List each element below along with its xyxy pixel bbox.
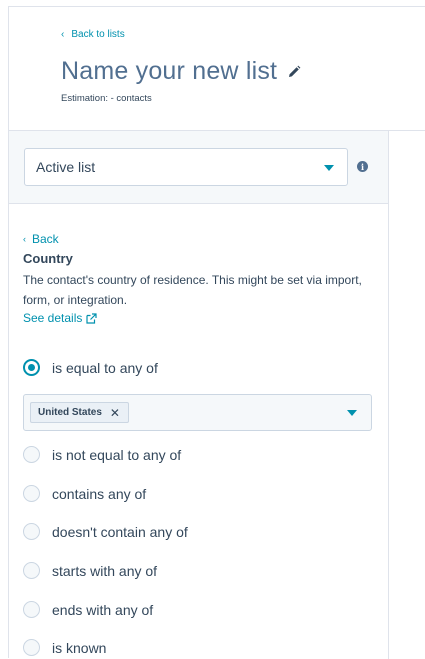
radio-button[interactable] — [23, 359, 40, 376]
selected-value-tag: United States ✕ — [30, 402, 129, 423]
tag-label: United States — [38, 407, 102, 418]
back-to-lists-label: Back to lists — [71, 29, 125, 40]
page-header: ‹ Back to lists Name your new list Estim… — [9, 7, 425, 131]
option-label: starts with any of — [52, 562, 158, 579]
list-type-selected: Active list — [36, 159, 96, 175]
pencil-icon[interactable] — [287, 65, 301, 79]
option-label: is equal to any of — [52, 359, 158, 376]
radio-button[interactable] — [23, 562, 40, 579]
option-label: contains any of — [52, 485, 147, 502]
list-builder-window: ‹ Back to lists Name your new list Estim… — [8, 6, 425, 659]
see-details-label: See details — [23, 311, 83, 325]
property-description: The contact's country of residence. This… — [23, 273, 362, 307]
external-link-icon — [86, 312, 97, 324]
caret-down-icon — [347, 410, 357, 416]
filter-details: ‹ Back Country The contact's country of … — [23, 232, 378, 325]
list-name-title[interactable]: Name your new list — [61, 57, 301, 86]
info-icon[interactable]: i — [357, 161, 368, 172]
radio-button[interactable] — [23, 523, 40, 540]
option-contains-any-of[interactable]: contains any of — [23, 485, 146, 502]
filter-sidebar: Active list i ‹ Back Country The contact… — [9, 131, 389, 659]
back-label: Back — [32, 232, 59, 246]
radio-button[interactable] — [23, 601, 40, 618]
radio-button[interactable] — [23, 485, 40, 502]
chevron-left-icon: ‹ — [23, 234, 26, 244]
option-is-not-equal-to-any-of[interactable]: is not equal to any of — [23, 446, 181, 463]
caret-down-icon — [324, 165, 334, 171]
list-name-text: Name your new list — [61, 57, 278, 85]
value-multi-select[interactable]: United States ✕ — [23, 394, 372, 431]
remove-tag-icon[interactable]: ✕ — [110, 406, 120, 420]
list-type-bar: Active list i — [9, 131, 388, 204]
option-doesnt-contain-any-of[interactable]: doesn't contain any of — [23, 523, 188, 540]
option-label: doesn't contain any of — [52, 523, 188, 540]
radio-button[interactable] — [23, 446, 40, 463]
estimation-text: Estimation: - contacts — [61, 93, 152, 104]
option-is-equal-to-any-of[interactable]: is equal to any of — [23, 359, 158, 376]
back-link[interactable]: ‹ Back — [23, 232, 378, 246]
option-ends-with-any-of[interactable]: ends with any of — [23, 601, 153, 618]
back-to-lists-link[interactable]: ‹ Back to lists — [61, 29, 125, 40]
option-label: is not equal to any of — [52, 446, 182, 463]
option-starts-with-any-of[interactable]: starts with any of — [23, 562, 157, 579]
option-label: is known — [52, 639, 107, 656]
see-details-link[interactable]: See details — [23, 311, 378, 325]
list-type-dropdown[interactable]: Active list — [24, 148, 348, 186]
option-label: ends with any of — [52, 601, 154, 618]
option-is-known[interactable]: is known — [23, 639, 106, 656]
chevron-left-icon: ‹ — [61, 29, 65, 40]
radio-button[interactable] — [23, 639, 40, 656]
property-name: Country — [23, 251, 73, 266]
